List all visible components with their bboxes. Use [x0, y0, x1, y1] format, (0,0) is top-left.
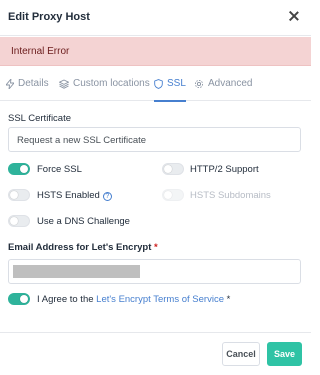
modal-header: Edit Proxy Host [0, 0, 311, 36]
redacted-email-value [13, 265, 140, 278]
gear-icon [194, 79, 204, 88]
lightning-icon [6, 78, 14, 89]
dns-challenge-label: Use a DNS Challenge [37, 216, 130, 227]
error-alert-text: Internal Error [11, 46, 70, 57]
terms-of-service-link[interactable]: Let's Encrypt Terms of Service [96, 294, 224, 305]
hsts-enabled-label-wrap: HSTS Enabled? [37, 190, 112, 201]
agree-terms-prefix: I Agree to the [37, 294, 94, 305]
tab-details-label: Details [18, 78, 49, 89]
tab-custom-locations-label: Custom locations [73, 78, 150, 89]
layers-icon [59, 79, 69, 89]
http2-support-toggle[interactable] [162, 163, 184, 175]
tab-bar: Details Custom locations SSL Advanced [0, 66, 311, 102]
force-ssl-label: Force SSL [37, 164, 82, 175]
cancel-button[interactable]: Cancel [222, 342, 260, 366]
agree-terms-label: I Agree to the Let's Encrypt Terms of Se… [37, 294, 230, 305]
hsts-enabled-label: HSTS Enabled [37, 190, 100, 201]
tab-ssl-label: SSL [167, 78, 186, 89]
force-ssl-toggle[interactable] [8, 163, 30, 175]
ssl-certificate-label: SSL Certificate [8, 113, 72, 124]
close-icon[interactable] [287, 9, 301, 23]
http2-support-label: HTTP/2 Support [190, 164, 259, 175]
required-mark: * [154, 242, 158, 253]
modal-title: Edit Proxy Host [8, 11, 90, 23]
tab-advanced-label: Advanced [208, 78, 253, 89]
tab-details[interactable]: Details [6, 66, 49, 101]
error-alert: Internal Error [0, 37, 311, 66]
edit-proxy-host-modal: Edit Proxy Host Internal Error Details C… [0, 0, 311, 375]
tab-custom-locations[interactable]: Custom locations [59, 66, 150, 101]
email-label-wrap: Email Address for Let's Encrypt * [8, 242, 158, 253]
agree-terms-toggle[interactable] [8, 293, 30, 305]
hsts-enabled-toggle[interactable] [8, 189, 30, 201]
hsts-subdomains-toggle[interactable] [162, 189, 184, 201]
ssl-certificate-select[interactable]: Request a new SSL Certificate [8, 127, 301, 152]
dns-challenge-toggle[interactable] [8, 215, 30, 227]
agree-required-mark: * [226, 294, 231, 305]
save-button[interactable]: Save [267, 342, 302, 366]
tab-ssl[interactable]: SSL [154, 66, 186, 102]
help-icon[interactable]: ? [102, 192, 112, 201]
shield-icon [154, 78, 163, 89]
tab-advanced[interactable]: Advanced [194, 66, 252, 101]
email-label: Email Address for Let's Encrypt [8, 242, 152, 253]
hsts-subdomains-label: HSTS Subdomains [190, 190, 271, 201]
modal-footer [0, 332, 311, 375]
ssl-certificate-value: Request a new SSL Certificate [17, 135, 147, 146]
